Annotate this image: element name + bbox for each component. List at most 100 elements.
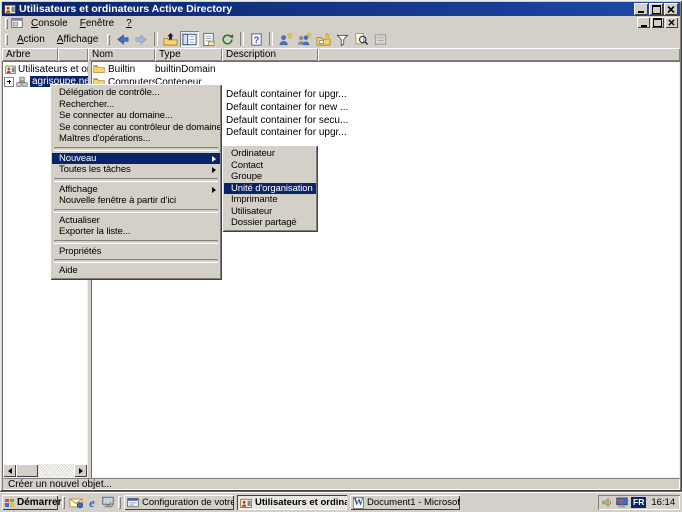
toolbar-gripper[interactable]: [5, 34, 8, 45]
column-headers: Arbre Nom Type Description: [2, 48, 680, 61]
menu-item-toutes-les-taches[interactable]: Toutes les tâches: [52, 164, 220, 176]
minimize-button[interactable]: [634, 3, 648, 15]
cell-description: Default container for upgr...: [222, 127, 680, 138]
window-titlebar[interactable]: Utilisateurs et ordinateurs Active Direc…: [2, 2, 680, 16]
clock[interactable]: 16:14: [651, 497, 675, 508]
scrollbar-track[interactable]: [38, 464, 74, 477]
task-button-ad-users[interactable]: Utilisateurs et ordinat...: [237, 495, 347, 510]
child-restore-button[interactable]: [651, 17, 664, 28]
toolbar-separator: [240, 32, 244, 46]
submenu-item-dossier-partage[interactable]: Dossier partagé: [224, 217, 316, 229]
menu-item-connect-domain[interactable]: Se connecter au domaine...: [52, 110, 220, 122]
status-text: Créer un nouvel objet...: [8, 479, 112, 490]
menu-item-nouveau[interactable]: Nouveau: [52, 153, 220, 165]
new-group-icon: [297, 32, 312, 47]
tree-item-root[interactable]: Utilisateurs et ordinat: [2, 63, 88, 75]
close-button[interactable]: [664, 3, 678, 15]
menu-item-connect-dc[interactable]: Se connecter au contrôleur de domaine...: [52, 122, 220, 134]
display-icon[interactable]: [616, 497, 628, 508]
filter-button[interactable]: [333, 31, 352, 47]
menu-item-proprietes[interactable]: Propriétés: [52, 246, 220, 258]
menu-separator: [54, 147, 218, 151]
close-icon: [668, 19, 675, 26]
help-button[interactable]: ?: [247, 31, 266, 47]
find-button[interactable]: [352, 31, 371, 47]
submenu-item-contact[interactable]: Contact: [224, 160, 316, 172]
menu-item-nouvelle-fenetre[interactable]: Nouvelle fenêtre à partir d'ici: [52, 195, 220, 207]
submenu-arrow-icon: [212, 156, 216, 162]
quicklaunch-internet-explorer-icon[interactable]: e: [84, 495, 100, 510]
ad-console-icon: [240, 497, 252, 509]
back-button[interactable]: [113, 31, 132, 47]
submenu-item-groupe[interactable]: Groupe: [224, 171, 316, 183]
submenu-item-ordinateur[interactable]: Ordinateur: [224, 148, 316, 160]
quicklaunch-show-desktop-icon[interactable]: [100, 495, 116, 510]
submenu-arrow-icon: [212, 187, 216, 193]
toolbar-separator: [269, 32, 273, 46]
menu-item-operations-masters[interactable]: Maîtres d'opérations...: [52, 133, 220, 145]
menu-item-affichage[interactable]: Affichage: [52, 184, 220, 196]
volume-icon[interactable]: [602, 497, 613, 508]
task-button-configuration[interactable]: Configuration de votre se...: [124, 495, 234, 510]
menu-item-actualiser[interactable]: Actualiser: [52, 215, 220, 227]
submenu-item-unite-organisation[interactable]: Unité d'organisation: [224, 183, 316, 195]
refresh-button[interactable]: [218, 31, 237, 47]
menu-fenetre[interactable]: Fenêtre: [74, 17, 120, 30]
menu-item-aide[interactable]: Aide: [52, 265, 220, 277]
column-header-description[interactable]: Description: [222, 48, 318, 61]
menu-item-rechercher[interactable]: Rechercher...: [52, 99, 220, 111]
menu-item-exporter-liste[interactable]: Exporter la liste...: [52, 226, 220, 238]
task-button-word-document[interactable]: W Document1 - Microsoft W...: [350, 495, 460, 510]
cell-description: Default container for upgr...: [222, 89, 680, 100]
show-console-tree-button[interactable]: [180, 31, 199, 47]
toolbar-gripper-2[interactable]: [107, 34, 110, 45]
submenu-item-utilisateur[interactable]: Utilisateur: [224, 206, 316, 218]
menu-console[interactable]: Console: [25, 17, 74, 30]
new-user-icon: [278, 32, 293, 47]
window-title: Utilisateurs et ordinateurs Active Direc…: [19, 3, 232, 15]
new-group-button[interactable]: [295, 31, 314, 47]
new-organizational-unit-button[interactable]: [314, 31, 333, 47]
column-header-nom[interactable]: Nom: [88, 48, 155, 61]
menu-help[interactable]: ?: [120, 17, 138, 30]
new-user-button[interactable]: [276, 31, 295, 47]
cell-name: Builtin: [108, 64, 135, 75]
toolbar-affichage-menu[interactable]: Affichage: [51, 33, 105, 46]
properties-button[interactable]: [199, 31, 218, 47]
list-row-builtin[interactable]: Builtin builtinDomain: [91, 63, 680, 76]
minimize-icon: [638, 11, 644, 13]
expand-plus-icon[interactable]: [4, 77, 14, 87]
menu-item-delegation[interactable]: Délégation de contrôle...: [52, 87, 220, 99]
taskbar-separator: [62, 496, 65, 509]
scroll-left-button[interactable]: [3, 464, 16, 477]
restore-icon: [652, 5, 661, 14]
forward-button[interactable]: [132, 31, 151, 47]
menubar-gripper[interactable]: [5, 18, 8, 29]
tree-pane-header[interactable]: Arbre: [2, 48, 58, 61]
status-bar: Créer un nouvel objet...: [2, 478, 680, 490]
column-header-filler: [318, 48, 680, 61]
start-label: Démarrer: [17, 497, 61, 508]
cell-type: builtinDomain: [155, 64, 222, 75]
tree-horizontal-scrollbar[interactable]: [3, 464, 87, 477]
up-one-level-button[interactable]: [161, 31, 180, 47]
help-icon: ?: [249, 32, 264, 47]
scrollbar-thumb[interactable]: [16, 464, 38, 477]
child-minimize-button[interactable]: [637, 17, 650, 28]
submenu-item-imprimante[interactable]: Imprimante: [224, 194, 316, 206]
restore-button[interactable]: [649, 3, 663, 15]
submenu-arrow-icon: [212, 167, 216, 173]
start-button[interactable]: Démarrer: [2, 495, 58, 510]
minimize-icon: [641, 25, 647, 27]
column-header-type[interactable]: Type: [155, 48, 222, 61]
restore-icon: [653, 18, 662, 27]
child-close-button[interactable]: [665, 17, 678, 28]
scroll-right-button[interactable]: [74, 464, 87, 477]
quicklaunch-outlook-express-icon[interactable]: [68, 495, 84, 510]
refresh-icon: [220, 32, 235, 47]
special-action-button[interactable]: [371, 31, 390, 47]
language-indicator[interactable]: FR: [631, 497, 646, 508]
child-window-icon[interactable]: [11, 17, 23, 29]
menu-bar: Console Fenêtre ?: [2, 16, 680, 30]
toolbar-action-menu[interactable]: Action: [11, 33, 51, 46]
